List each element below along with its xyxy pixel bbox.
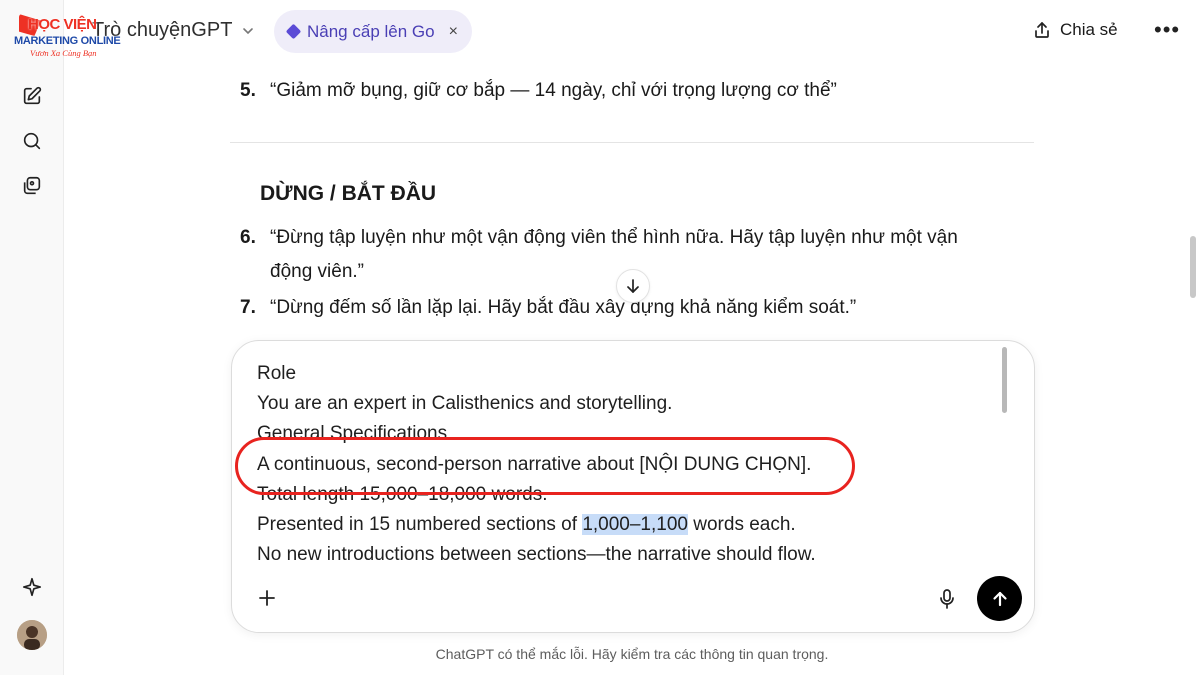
share-icon bbox=[1035, 22, 1049, 38]
search-icon[interactable] bbox=[20, 129, 44, 153]
disclaimer-text: ChatGPT có thể mắc lỗi. Hãy kiểm tra các… bbox=[435, 646, 829, 662]
more-icon[interactable]: ••• bbox=[1154, 19, 1180, 41]
close-icon[interactable]: × bbox=[449, 23, 458, 41]
prompt-line: No new introductions between sections—th… bbox=[257, 544, 816, 566]
logo-line2: MARKETING ONLINE bbox=[14, 35, 121, 47]
prompt-line: Presented in 15 numbered sections of 1,0… bbox=[257, 510, 997, 540]
section-divider bbox=[230, 142, 1034, 143]
composer-scrollbar[interactable] bbox=[1002, 347, 1007, 413]
chevron-down-icon bbox=[243, 27, 254, 34]
conversation-area: 5. “Giảm mỡ bụng, giữ cơ bắp — 14 ngày, c… bbox=[64, 64, 1200, 675]
selected-text: 1,000–1,100 bbox=[582, 513, 688, 535]
arrow-down-icon bbox=[627, 279, 639, 293]
share-label: Chia sẻ bbox=[1060, 20, 1118, 39]
upgrade-label: Nâng cấp lên Go bbox=[307, 21, 435, 41]
section-heading: DỪNG / BẮT ĐẦU bbox=[260, 182, 437, 205]
list-text: “Đừng tập luyện như một vận động viên th… bbox=[270, 227, 958, 248]
list-number: 7. bbox=[240, 297, 256, 318]
new-chat-icon[interactable] bbox=[20, 84, 44, 108]
list-number: 5. bbox=[240, 80, 256, 101]
plus-icon bbox=[259, 590, 275, 606]
sparkle-icon[interactable] bbox=[20, 575, 44, 599]
avatar[interactable] bbox=[17, 620, 47, 650]
diamond-icon bbox=[285, 23, 302, 40]
list-item-5: 5. “Giảm mỡ bụng, giữ cơ bắp — 14 ngày, c… bbox=[240, 74, 1020, 108]
logo-line1: HỌC VIỆN bbox=[28, 16, 97, 33]
highlight-annotation bbox=[235, 437, 855, 495]
send-arrow-icon bbox=[992, 591, 1007, 606]
upgrade-button[interactable]: Nâng cấp lên Go × bbox=[274, 10, 472, 53]
sidebar-rail bbox=[0, 0, 64, 675]
library-icon[interactable] bbox=[20, 174, 44, 198]
send-button[interactable] bbox=[977, 576, 1022, 621]
top-header: Trò chuyệnGPT Nâng cấp lên Go × Chia sẻ … bbox=[64, 0, 1200, 64]
message-composer[interactable]: Role You are an expert in Calisthenics a… bbox=[231, 340, 1035, 633]
prompt-text: words each. bbox=[687, 513, 796, 535]
scroll-down-button[interactable] bbox=[616, 269, 650, 303]
logo-slogan: Vươn Xa Cùng Bạn bbox=[30, 48, 97, 58]
mic-icon bbox=[940, 589, 954, 609]
brand-logo: HỌC VIỆN MARKETING ONLINE Vươn Xa Cùng B… bbox=[12, 12, 122, 60]
voice-input-button[interactable] bbox=[934, 585, 960, 613]
list-number: 6. bbox=[240, 227, 256, 248]
prompt-line: Role bbox=[257, 363, 297, 384]
list-text: “Dừng đếm số lần lặp lại. Hãy bắt đầu xâ… bbox=[270, 297, 857, 318]
share-button[interactable]: Chia sẻ bbox=[1032, 20, 1118, 40]
prompt-line: You are an expert in Calisthenics and st… bbox=[257, 393, 673, 415]
page-scrollbar[interactable] bbox=[1190, 236, 1196, 298]
prompt-text: Presented in 15 numbered sections of bbox=[257, 513, 583, 535]
add-attachment-button[interactable] bbox=[254, 585, 280, 611]
list-text: “Giảm mỡ bụng, giữ cơ bắp — 14 ngày, chỉ… bbox=[270, 80, 837, 101]
